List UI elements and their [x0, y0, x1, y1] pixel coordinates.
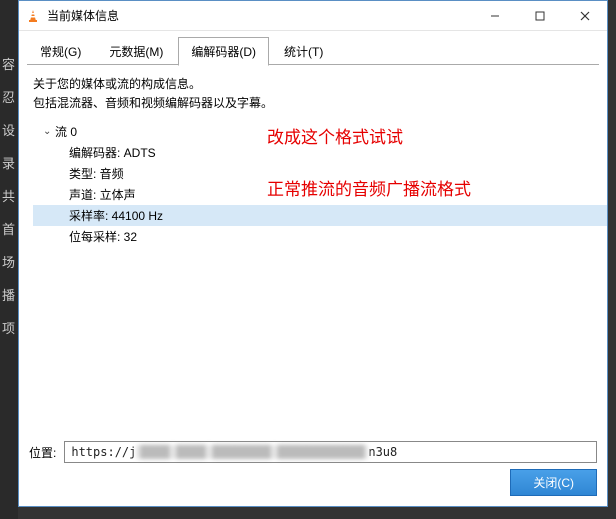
- chevron-down-icon: ⌄: [43, 126, 53, 137]
- location-label: 位置:: [29, 444, 56, 461]
- location-suffix: n3u8: [368, 445, 397, 459]
- tabs: 常规(G) 元数据(M) 编解码器(D) 统计(T): [19, 31, 607, 65]
- window-controls: [472, 1, 607, 30]
- close-button-label: 关闭(C): [533, 476, 574, 490]
- maximize-button[interactable]: [517, 1, 562, 30]
- codec-tab-content: 关于您的媒体或流的构成信息。 包括混流器、音频和视频编解码器以及字幕。 ⌄ 流 …: [19, 65, 607, 435]
- close-button[interactable]: 关闭(C): [510, 469, 597, 496]
- titlebar: 当前媒体信息: [19, 1, 607, 31]
- left-app-strip: 容忍设录共首场播项: [0, 0, 18, 519]
- location-prefix: https://j: [71, 445, 136, 459]
- stream-node-label: 流 0: [55, 123, 77, 140]
- description-line-1: 关于您的媒体或流的构成信息。: [33, 75, 593, 92]
- annotation-2: 正常推流的音频广播流格式: [267, 175, 471, 200]
- vlc-cone-icon: [25, 8, 41, 24]
- annotation-1: 改成这个格式试试: [267, 123, 403, 148]
- close-window-button[interactable]: [562, 1, 607, 30]
- location-redacted: ████ ████ ████████ ████████████: [136, 445, 368, 459]
- dialog-buttons: 关闭(C): [19, 469, 607, 506]
- prop-sample-rate[interactable]: 采样率: 44100 Hz: [33, 205, 607, 226]
- tab-codec[interactable]: 编解码器(D): [178, 37, 269, 66]
- minimize-button[interactable]: [472, 1, 517, 30]
- tab-general[interactable]: 常规(G): [27, 37, 94, 65]
- location-input[interactable]: https://j████ ████ ████████ ████████████…: [64, 441, 597, 463]
- tab-metadata[interactable]: 元数据(M): [96, 37, 176, 65]
- media-info-window: 当前媒体信息 常规(G) 元数据(M) 编解码器(D) 统计(T) 关于您的媒体…: [18, 0, 608, 507]
- location-bar: 位置: https://j████ ████ ████████ ████████…: [19, 435, 607, 469]
- tab-statistics[interactable]: 统计(T): [271, 37, 336, 65]
- prop-bits-per-sample[interactable]: 位每采样: 32: [67, 226, 593, 247]
- description-line-2: 包括混流器、音频和视频编解码器以及字幕。: [33, 94, 593, 111]
- window-title: 当前媒体信息: [47, 7, 472, 24]
